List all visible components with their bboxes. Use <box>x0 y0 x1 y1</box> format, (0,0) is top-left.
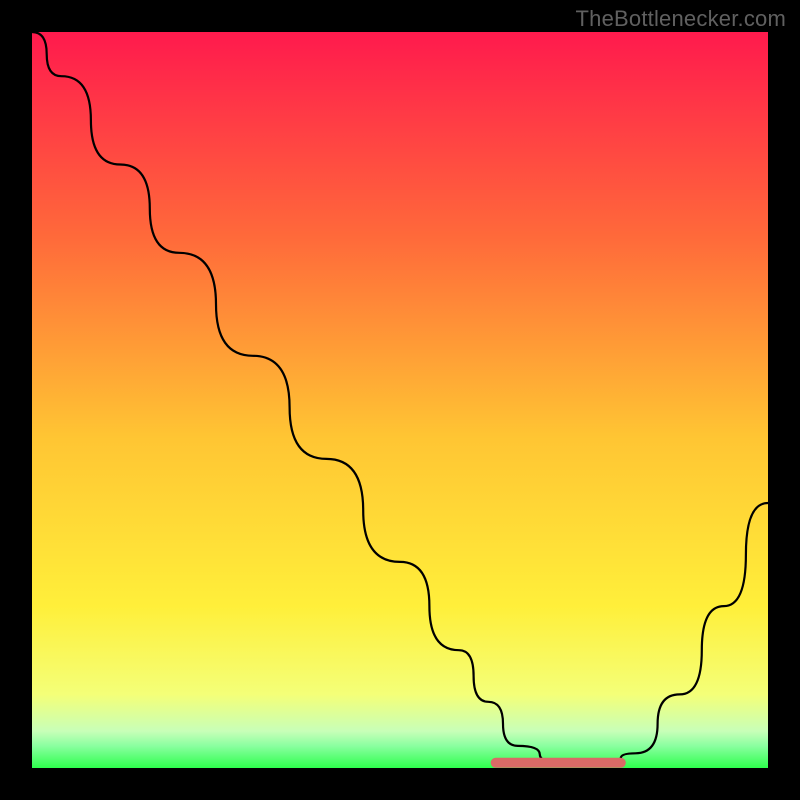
chart-frame: TheBottlenecker.com <box>0 0 800 800</box>
gradient-background <box>32 32 768 768</box>
chart-svg <box>32 32 768 768</box>
watermark-text: TheBottlenecker.com <box>576 6 786 32</box>
plot-area <box>32 32 768 768</box>
